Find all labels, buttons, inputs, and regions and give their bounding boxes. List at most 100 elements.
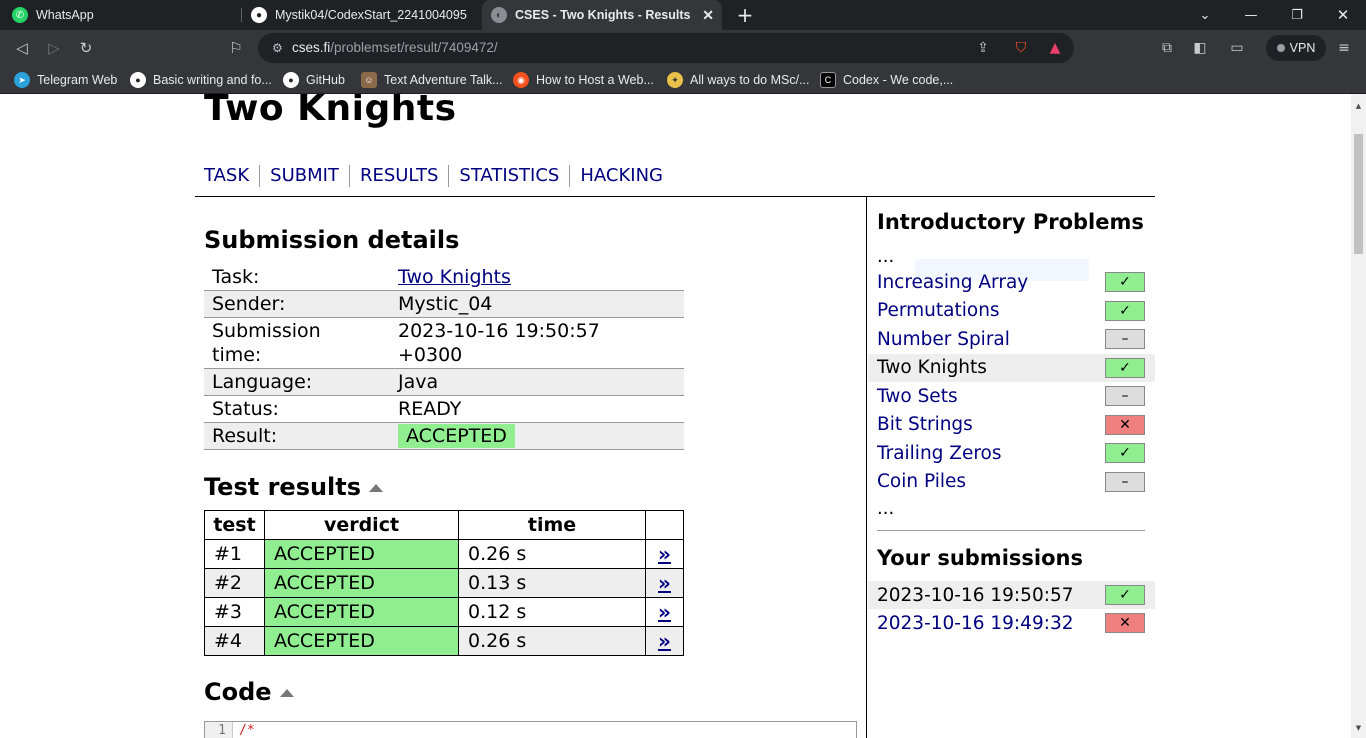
submission-details-heading: Submission details — [204, 226, 460, 254]
compass-icon: ✦ — [667, 72, 683, 88]
tab-title: Mystik04/CodexStart_2241004095 — [275, 8, 467, 22]
share-icon[interactable]: ⇪ — [974, 39, 992, 57]
tab-cses[interactable]: ◐ CSES - Two Knights - Results ✕ — [482, 0, 722, 30]
check-icon: ✓ — [1105, 443, 1145, 463]
cross-icon: ✕ — [1105, 414, 1145, 435]
test-results-heading[interactable]: Test results — [204, 473, 384, 501]
submission-list: 2023-10-16 19:50:57 ✓ 2023-10-16 19:49:32… — [868, 581, 1155, 637]
wallet-icon[interactable]: ▭ — [1228, 39, 1246, 57]
page-title: Two Knights — [204, 94, 457, 129]
url-text[interactable]: cses.fi/problemset/result/7409472/ — [292, 40, 498, 55]
vpn-button[interactable]: VPN — [1266, 35, 1326, 61]
close-tab-icon[interactable]: ✕ — [702, 7, 714, 24]
details-row-result: Result: ACCEPTED — [204, 422, 684, 450]
bookmark-icon[interactable]: ⚐ — [226, 38, 246, 58]
table-row: #1 ACCEPTED 0.26 s » — [204, 539, 684, 569]
bookmark-telegram[interactable]: ➤ Telegram Web — [14, 71, 117, 89]
view-test-link[interactable]: » — [645, 597, 684, 627]
sidebar-divider — [866, 197, 867, 738]
check-icon: ✓ — [1105, 272, 1145, 292]
page-viewport: Two Knights TASK SUBMIT RESULTS STATISTI… — [0, 94, 1351, 738]
table-row: #4 ACCEPTED 0.26 s » — [204, 626, 684, 656]
bookmark-text-adventure[interactable]: ☺ Text Adventure Talk... — [361, 71, 503, 89]
problem-nav: TASK SUBMIT RESULTS STATISTICS HACKING — [204, 164, 673, 188]
nav-submit[interactable]: SUBMIT — [259, 165, 349, 187]
details-row-time: Submission time: 2023-10-16 19:50:57 +0300 — [204, 317, 684, 369]
list-item-current: 2023-10-16 19:50:57 ✓ — [868, 581, 1155, 609]
github-icon: ● — [283, 72, 299, 88]
details-row-task: Task: Two Knights — [204, 264, 684, 291]
list-item: Number Spiral – — [868, 325, 1155, 354]
scroll-up-icon[interactable]: ▲ — [1354, 102, 1363, 111]
scroll-down-icon[interactable]: ▼ — [1354, 724, 1363, 733]
forward-icon[interactable]: ▷ — [44, 38, 64, 58]
details-row-status: Status: READY — [204, 395, 684, 423]
nav-hacking[interactable]: HACKING — [569, 165, 673, 187]
collapse-icon[interactable] — [279, 689, 294, 697]
table-row: #2 ACCEPTED 0.13 s » — [204, 568, 684, 598]
tab-search-icon[interactable]: ⌄ — [1182, 0, 1228, 30]
result-badge: ACCEPTED — [398, 424, 515, 448]
whatsapp-icon: ✆ — [12, 7, 28, 23]
minimize-button[interactable]: — — [1228, 0, 1274, 30]
codex-icon: C — [820, 72, 836, 88]
bookmarks-bar: ➤ Telegram Web ● Basic writing and fo... ●… — [0, 66, 1366, 94]
check-icon: ✓ — [1105, 357, 1145, 378]
view-test-link[interactable]: » — [645, 539, 684, 569]
ellipsis: ... — [877, 246, 895, 267]
list-item-current: Two Knights ✓ — [868, 353, 1155, 382]
nav-results[interactable]: RESULTS — [348, 165, 448, 187]
extensions-icon[interactable]: ⧉ — [1158, 39, 1176, 57]
list-item: Trailing Zeros ✓ — [868, 439, 1155, 468]
view-test-link[interactable]: » — [645, 568, 684, 598]
avatar-icon: ☺ — [361, 72, 377, 88]
task-link[interactable]: Two Knights — [398, 266, 511, 288]
check-icon: ✓ — [1105, 300, 1145, 321]
close-window-button[interactable]: ✕ — [1320, 0, 1366, 30]
line-number: 1 — [205, 722, 233, 738]
list-item: Bit Strings ✕ — [868, 411, 1155, 440]
new-tab-button[interactable]: + — [722, 0, 768, 30]
table-header: test verdict time — [204, 510, 684, 540]
scroll-thumb[interactable] — [1354, 134, 1363, 254]
sidebar-icon[interactable]: ◧ — [1191, 39, 1209, 57]
nav-statistics[interactable]: STATISTICS — [448, 165, 569, 187]
code-heading[interactable]: Code — [204, 678, 294, 706]
bookmark-host-web[interactable]: ◉ How to Host a Web... — [513, 71, 654, 89]
globe-icon: ◐ — [491, 7, 507, 23]
bookmark-codex[interactable]: C Codex - We code,... — [820, 71, 953, 89]
tab-bar: ✆ WhatsApp ● Mystik04/CodexStart_2241004… — [0, 0, 1366, 30]
submission-details-table: Task: Two Knights Sender: Mystic_04 Subm… — [204, 264, 684, 450]
restore-button[interactable]: ❐ — [1274, 0, 1320, 30]
tab-title: CSES - Two Knights - Results — [515, 8, 691, 22]
github-icon: ● — [130, 72, 146, 88]
brave-rewards-icon[interactable]: ▲ — [1046, 39, 1064, 57]
view-test-link[interactable]: » — [645, 626, 684, 656]
menu-icon[interactable]: ≡ — [1335, 39, 1353, 57]
list-item: 2023-10-16 19:49:32 ✕ — [868, 609, 1155, 637]
list-item: Coin Piles – — [868, 468, 1155, 497]
nav-task[interactable]: TASK — [204, 165, 259, 187]
dash-icon: – — [1105, 386, 1145, 406]
site-info-icon[interactable]: ⚙ — [272, 41, 286, 55]
test-results-table: test verdict time #1 ACCEPTED 0.26 s » #… — [204, 510, 684, 656]
tab-github[interactable]: ● Mystik04/CodexStart_2241004095 — [242, 0, 480, 30]
list-item: Two Sets – — [868, 382, 1155, 411]
bookmark-basic-writing[interactable]: ● Basic writing and fo... — [130, 71, 272, 89]
list-item: Permutations ✓ — [868, 297, 1155, 326]
browser-toolbar: ◁ ▷ ↻ ⚐ ⚙ cses.fi/problemset/result/7409… — [0, 30, 1366, 66]
orange-icon: ◉ — [513, 72, 529, 88]
reload-icon[interactable]: ↻ — [76, 38, 96, 58]
bookmark-msc[interactable]: ✦ All ways to do MSc/... — [667, 71, 809, 89]
back-icon[interactable]: ◁ — [12, 38, 32, 58]
problems-heading: Introductory Problems — [877, 210, 1144, 234]
vpn-dot-icon — [1276, 44, 1285, 52]
page-scrollbar[interactable]: ▲ ▼ — [1351, 94, 1366, 738]
code-block[interactable]: 1 /* — [204, 721, 857, 738]
code-line: /* — [239, 723, 255, 738]
brave-shields-icon[interactable]: ⛉ — [1012, 39, 1030, 57]
tab-whatsapp[interactable]: ✆ WhatsApp — [0, 0, 240, 30]
address-bar[interactable]: ⚙ cses.fi/problemset/result/7409472/ ⇪ ⛉… — [258, 33, 1074, 63]
collapse-icon[interactable] — [369, 484, 384, 492]
bookmark-github[interactable]: ● GitHub — [283, 71, 345, 89]
